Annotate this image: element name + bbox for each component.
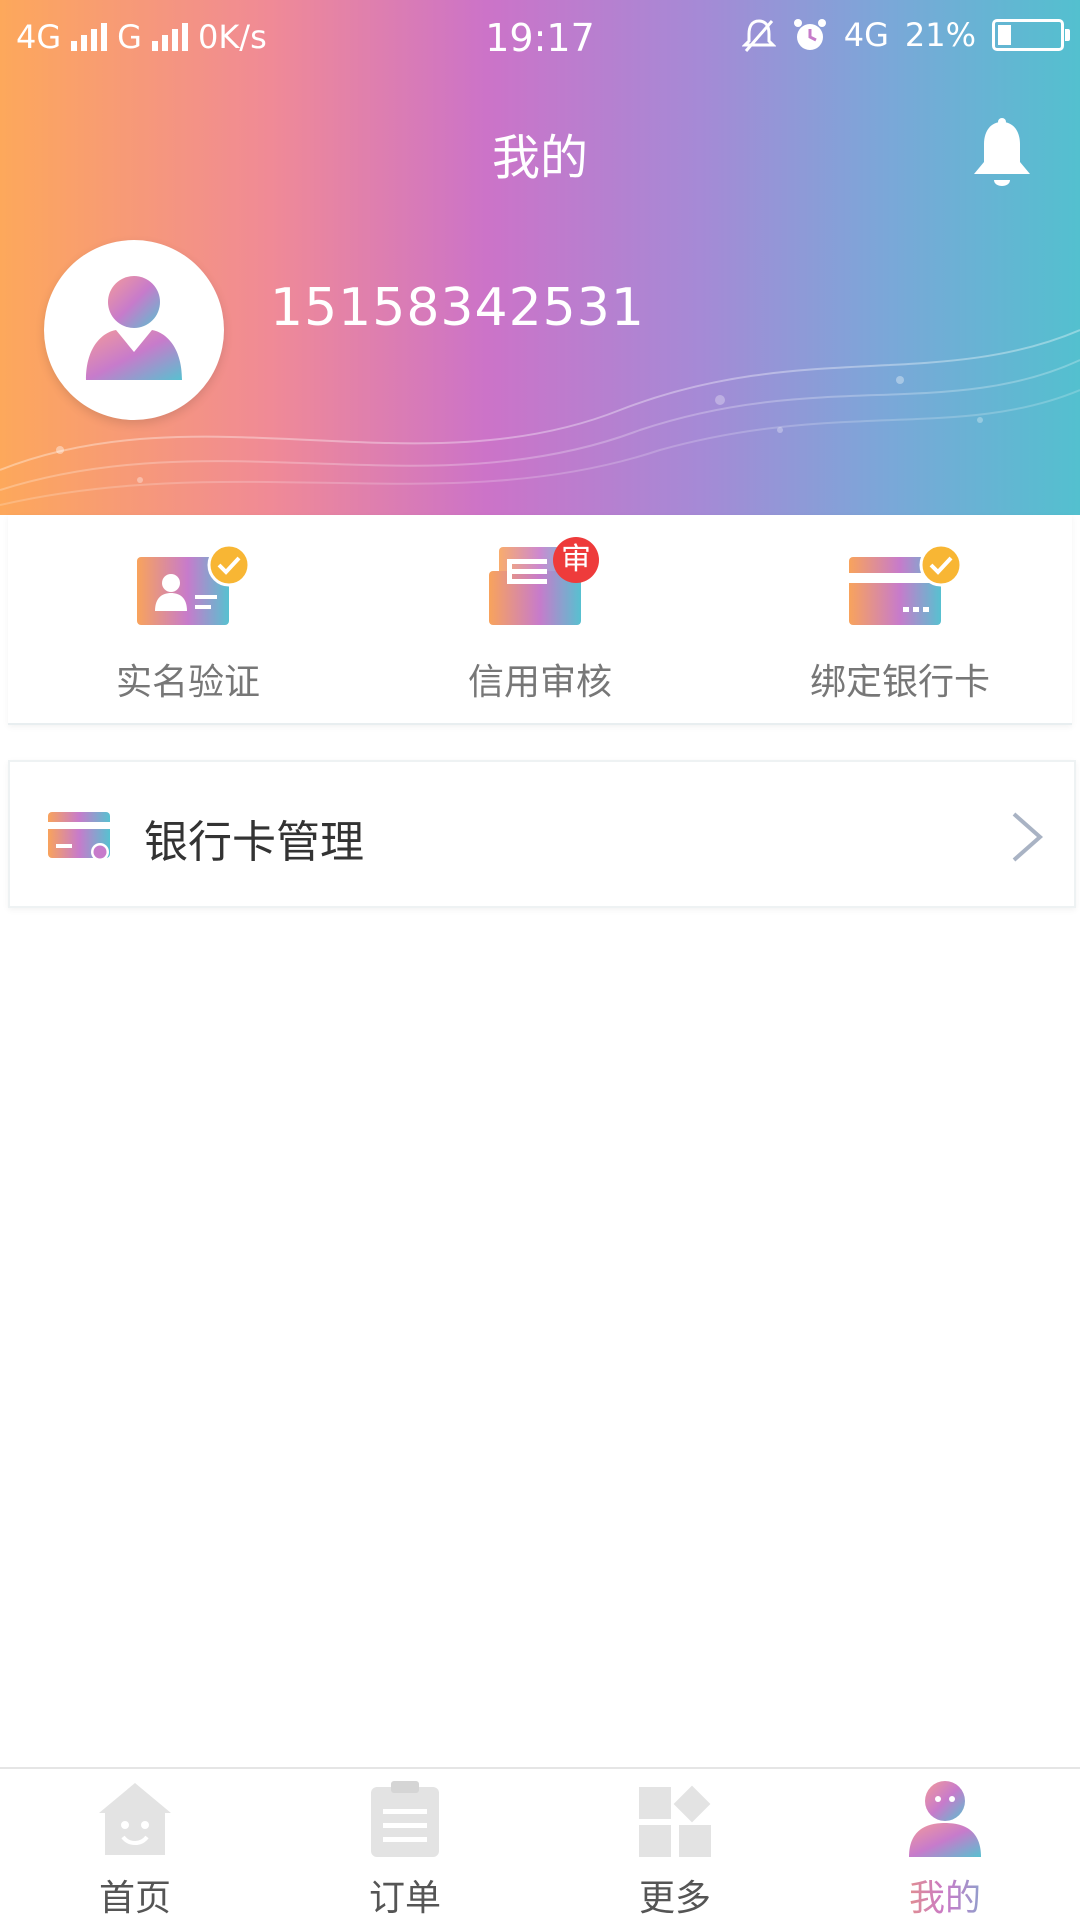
- alarm-icon: [793, 19, 826, 50]
- real-name-verify-button[interactable]: 实名验证: [38, 543, 338, 705]
- tab-label: 更多: [638, 1878, 711, 1919]
- tab-label: 首页: [98, 1878, 171, 1919]
- page-title: 我的: [491, 130, 588, 186]
- tab-orders[interactable]: 订单: [335, 1779, 475, 1921]
- user-icon: [909, 1781, 981, 1857]
- status-bar: 4G G 0K/s 19:17 4G 21%: [0, 0, 1080, 72]
- verified-check-icon: [919, 543, 963, 587]
- audit-badge: 审: [553, 537, 599, 583]
- credit-audit-button[interactable]: 审 信用审核: [390, 537, 690, 705]
- verified-check-icon: [207, 543, 251, 587]
- tab-label: 我的: [875, 1869, 1015, 1921]
- bind-bank-card-button[interactable]: 绑定银行卡: [750, 543, 1050, 705]
- profile-header: 4G G 0K/s 19:17 4G 21% 我的 15158342531: [0, 0, 1080, 515]
- battery-percent: 21%: [904, 16, 976, 54]
- bottom-tab-bar: 首页 订单 更多 我的: [0, 1767, 1080, 1922]
- tab-more[interactable]: 更多: [605, 1779, 745, 1921]
- tab-home[interactable]: 首页: [65, 1779, 205, 1921]
- network-type: 4G: [843, 16, 889, 54]
- user-avatar-icon: [86, 276, 182, 380]
- bank-card-manage-icon: [48, 812, 110, 861]
- home-icon: [99, 1783, 171, 1855]
- quick-action-label: 绑定银行卡: [809, 662, 990, 703]
- mute-bell-icon: [741, 19, 776, 52]
- tab-label: 订单: [368, 1878, 441, 1919]
- avatar[interactable]: [44, 240, 224, 420]
- notification-bell-icon[interactable]: [970, 118, 1034, 194]
- clipboard-icon: [371, 1781, 439, 1857]
- grid-icon: [639, 1785, 711, 1857]
- battery-icon: [992, 19, 1070, 51]
- quick-action-label: 实名验证: [115, 662, 260, 703]
- bank-card-manage-row[interactable]: 银行卡管理: [8, 760, 1076, 908]
- chevron-right-icon: [1012, 812, 1044, 862]
- tab-mine[interactable]: 我的: [875, 1779, 1015, 1921]
- quick-action-label: 信用审核: [467, 662, 612, 703]
- bank-card-manage-label: 银行卡管理: [144, 817, 364, 868]
- user-phone-number: 15158342531: [270, 278, 645, 338]
- quick-actions-panel: 实名验证 审 信用审核 绑定银行卡: [8, 515, 1072, 725]
